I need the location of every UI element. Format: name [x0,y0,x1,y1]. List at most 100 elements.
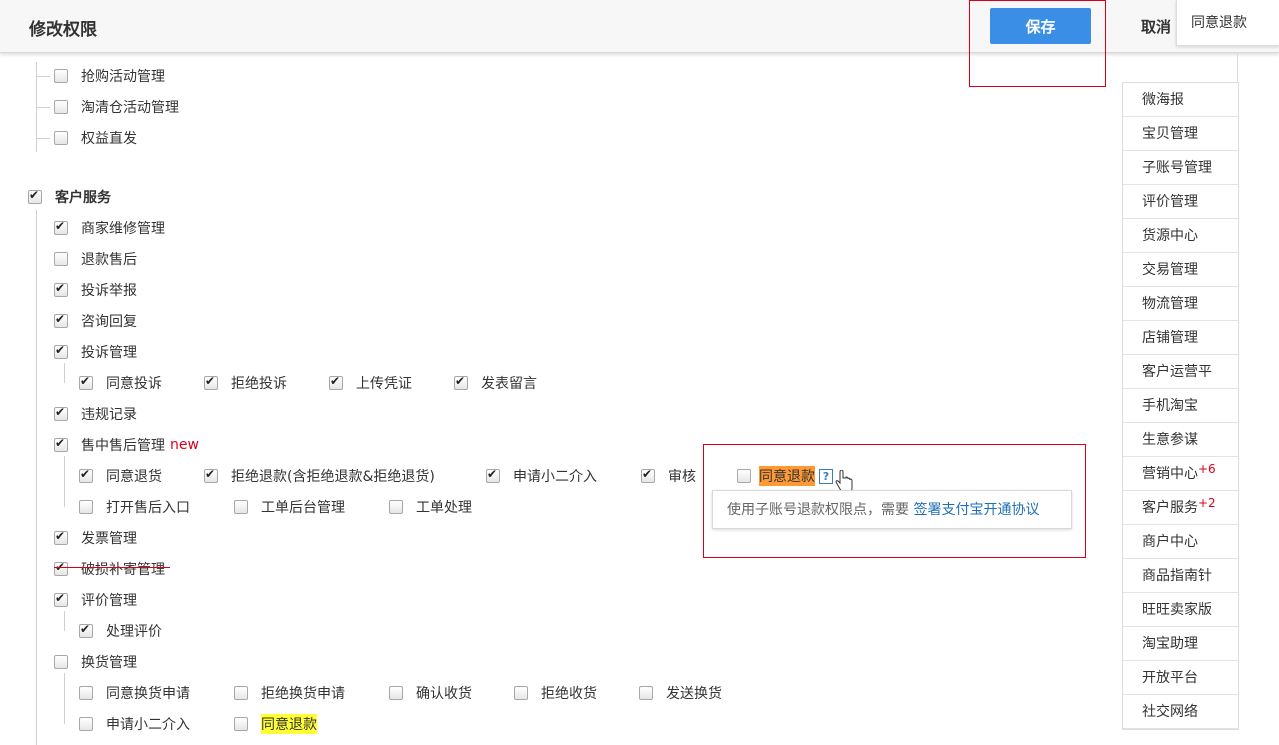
checkbox[interactable] [54,281,68,297]
checkbox[interactable] [54,560,68,576]
perm-subitem[interactable]: 拒绝收货 [514,683,597,703]
checkbox[interactable] [79,500,93,514]
nav-item[interactable]: 货源中心 [1123,219,1238,253]
checkbox[interactable] [639,686,653,700]
checkbox[interactable] [54,219,68,235]
checkbox[interactable] [79,622,93,638]
floating-tab-agree-refund[interactable]: 同意退款 [1176,0,1279,46]
checkbox[interactable] [54,312,68,328]
perm-item[interactable]: 咨询回复 [54,311,137,331]
checkbox[interactable] [54,343,68,359]
perm-item[interactable]: 投诉举报 [54,280,137,300]
perm-item[interactable]: 投诉管理 [54,342,137,362]
nav-item[interactable]: 客户服务+2 [1123,491,1238,525]
nav-label: 商户中心 [1142,534,1198,550]
checkbox[interactable] [54,69,68,83]
perm-label: 换货管理 [81,655,137,671]
nav-item[interactable]: 子账号管理 [1123,151,1238,185]
nav-item[interactable]: 淘宝助理 [1123,627,1238,661]
checkbox[interactable] [454,374,468,390]
checkbox[interactable] [204,467,218,483]
checkbox[interactable] [204,374,218,390]
perm-item[interactable]: 换货管理 [54,652,137,672]
checkbox[interactable] [486,467,500,483]
checkbox[interactable] [79,467,93,483]
perm-item[interactable]: 退款售后 [54,249,137,269]
checkbox[interactable] [234,717,248,731]
nav-label: 货源中心 [1142,228,1198,244]
nav-item[interactable]: 营销中心+6 [1123,457,1238,491]
checkbox[interactable] [234,500,248,514]
nav-item[interactable]: 商户中心 [1123,525,1238,559]
perm-item[interactable]: 破损补寄管理 [54,559,165,579]
checkbox[interactable] [389,500,403,514]
nav-item[interactable]: 交易管理 [1123,253,1238,287]
page-title: 修改权限 [29,20,97,40]
checkbox[interactable] [641,467,655,483]
save-button[interactable]: 保存 [990,8,1091,44]
perm-subitem[interactable]: 审核 [641,466,696,486]
perm-subitem[interactable]: 工单后台管理 [234,497,345,517]
help-icon[interactable]: ? [819,468,833,484]
perm-subitem[interactable]: 工单处理 [389,497,472,517]
perm-subitem[interactable]: 同意换货申请 [79,683,190,703]
checkbox[interactable] [737,469,751,483]
nav-item[interactable]: 开放平台 [1123,661,1238,695]
perm-subitem[interactable]: 打开售后入口 [79,497,190,517]
checkbox[interactable] [54,436,68,452]
nav-item[interactable]: 宝贝管理 [1123,117,1238,151]
perm-label: 售中售后管理 [81,438,165,454]
checkbox[interactable] [234,686,248,700]
perm-subitem[interactable]: 拒绝换货申请 [234,683,345,703]
nav-item[interactable]: 微海报 [1123,83,1238,117]
perm-item[interactable]: 抢购活动管理 [54,66,165,86]
perm-subitem[interactable]: 申请小二介入 [79,714,190,734]
nav-item[interactable]: 商品指南针 [1123,559,1238,593]
perm-subitem[interactable]: 申请小二介入 [486,466,597,486]
perm-subitem[interactable]: 处理评价 [79,621,162,641]
perm-subitem[interactable]: 同意退货 [79,466,162,486]
perm-subitem[interactable]: 拒绝退款(含拒绝退款&拒绝退货) [204,466,435,486]
perm-item[interactable]: 淘清仓活动管理 [54,97,179,117]
checkbox[interactable] [79,717,93,731]
checkbox[interactable] [514,686,528,700]
nav-item[interactable]: 客户运营平 [1123,355,1238,389]
perm-item[interactable]: 商家维修管理 [54,218,165,238]
perm-subitem[interactable]: 同意退款 [234,714,317,734]
checkbox[interactable] [329,374,343,390]
nav-item[interactable]: 生意参谋 [1123,423,1238,457]
perm-subitem[interactable]: 发送换货 [639,683,722,703]
nav-label: 宝贝管理 [1142,126,1198,142]
checkbox[interactable] [54,405,68,421]
perm-subitem[interactable]: 上传凭证 [329,373,412,393]
perm-item[interactable]: 权益直发 [54,128,137,148]
nav-item[interactable]: 旺旺卖家版 [1123,593,1238,627]
perm-label: 评价管理 [81,593,137,609]
perm-item[interactable]: 违规记录 [54,404,137,424]
checkbox[interactable] [389,686,403,700]
checkbox[interactable] [79,686,93,700]
nav-item[interactable]: 物流管理 [1123,287,1238,321]
perm-section-customer-service[interactable]: 客户服务 [28,187,111,207]
checkbox[interactable] [54,131,68,145]
nav-item[interactable]: 评价管理 [1123,185,1238,219]
perm-item[interactable]: 售中售后管理 new [54,435,199,455]
checkbox[interactable] [54,591,68,607]
perm-item[interactable]: 发票管理 [54,528,137,548]
checkbox[interactable] [54,529,68,545]
perm-subitem[interactable]: 发表留言 [454,373,537,393]
checkbox[interactable] [54,252,68,266]
alipay-agreement-link[interactable]: 签署支付宝开通协议 [913,502,1039,518]
checkbox[interactable] [79,374,93,390]
checkbox[interactable] [54,100,68,114]
perm-item[interactable]: 评价管理 [54,590,137,610]
perm-subitem[interactable]: 拒绝投诉 [204,373,287,393]
checkbox[interactable] [54,655,68,669]
nav-item[interactable]: 手机淘宝 [1123,389,1238,423]
perm-subitem-agree-refund[interactable]: 同意退款 ? [737,466,833,486]
nav-item[interactable]: 社交网络 [1123,695,1238,729]
nav-item[interactable]: 店铺管理 [1123,321,1238,355]
perm-subitem[interactable]: 同意投诉 [79,373,162,393]
perm-subitem[interactable]: 确认收货 [389,683,472,703]
checkbox[interactable] [28,188,42,204]
